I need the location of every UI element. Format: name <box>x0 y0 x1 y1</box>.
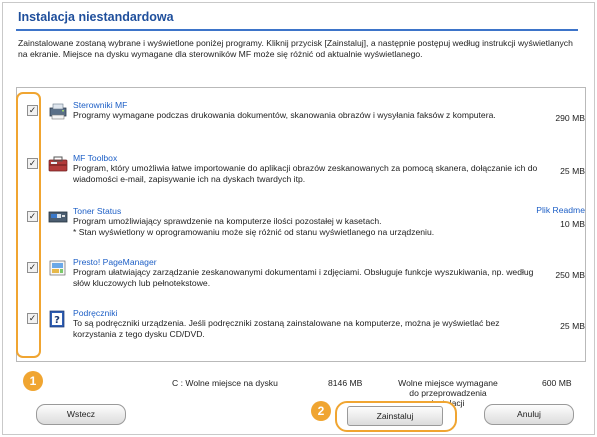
program-list: ✓ Sterowniki MF Programy wymagane podcza… <box>16 87 586 362</box>
title-divider <box>16 29 578 31</box>
readme-link[interactable]: Plik Readme <box>536 205 585 215</box>
program-size: 25 MB <box>560 321 585 331</box>
program-name[interactable]: Toner Status <box>73 206 121 216</box>
program-description: Program ułatwiający zarządzanie zeskanow… <box>73 267 534 288</box>
free-space-label: C : Wolne miejsce na dysku <box>172 378 278 388</box>
program-name[interactable]: MF Toolbox <box>73 153 117 163</box>
callout-badge-2: 2 <box>311 401 331 421</box>
svg-text:?: ? <box>54 315 60 326</box>
program-description: Program, który umożliwia łatwe importowa… <box>73 163 538 184</box>
program-size: 10 MB <box>560 219 585 229</box>
required-space-value: 600 MB <box>542 378 572 388</box>
program-description: Programy wymagane podczas drukowania dok… <box>73 110 496 120</box>
dialog-title: Instalacja niestandardowa <box>18 10 174 24</box>
pagemanager-icon <box>49 260 66 276</box>
free-space-value: 8146 MB <box>328 378 363 388</box>
checkbox-highlight-frame <box>16 92 41 358</box>
program-name[interactable]: Sterowniki MF <box>73 100 127 110</box>
cancel-button[interactable]: Anuluj <box>484 404 574 425</box>
toner-icon <box>48 211 68 223</box>
program-name[interactable]: Podręczniki <box>73 308 117 318</box>
program-size: 290 MB <box>555 113 585 123</box>
install-button[interactable]: Zainstaluj <box>347 406 443 426</box>
dialog-description: Zainstalowane zostaną wybrane i wyświetl… <box>18 38 573 59</box>
program-size: 250 MB <box>555 270 585 280</box>
toolbox-icon <box>48 156 68 172</box>
program-size: 25 MB <box>560 166 585 176</box>
manual-icon: ? <box>49 310 65 328</box>
printer-icon <box>49 103 67 120</box>
program-description: Program umożliwiający sprawdzenie na kom… <box>73 216 435 237</box>
back-button[interactable]: Wstecz <box>36 404 126 425</box>
callout-badge-1: 1 <box>23 371 43 391</box>
program-description: To są podręczniki urządzenia. Jeśli podr… <box>73 318 500 339</box>
program-name[interactable]: Presto! PageManager <box>73 257 157 267</box>
